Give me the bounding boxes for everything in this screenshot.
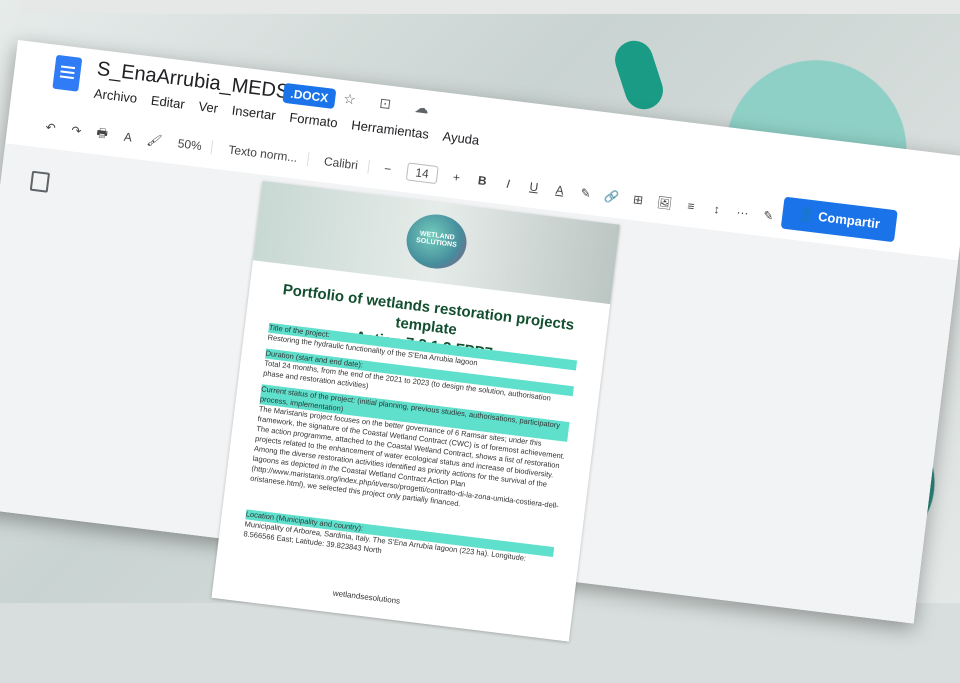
underline-button[interactable]: U — [526, 179, 542, 195]
docx-badge: .DOCX — [282, 82, 337, 110]
font-select[interactable]: Calibri — [319, 153, 370, 174]
menu-formato[interactable]: Formato — [289, 110, 339, 131]
paint-format-icon[interactable]: 🖌 — [146, 132, 163, 148]
menu-ayuda[interactable]: Ayuda — [442, 129, 480, 148]
print-icon[interactable]: 🖶 — [94, 123, 110, 146]
editing-mode-icon[interactable]: ✎ — [761, 208, 777, 224]
menu-ver[interactable]: Ver — [198, 99, 219, 116]
menu-herramientas[interactable]: Herramientas — [351, 117, 430, 141]
document-page[interactable]: WETLAND SOLUTIONS Portfolio of wetlands … — [211, 180, 620, 642]
top-band — [20, 0, 960, 14]
align-icon[interactable]: ≡ — [683, 198, 699, 214]
redo-icon[interactable]: ↷ — [69, 123, 85, 139]
menu-insertar[interactable]: Insertar — [231, 103, 277, 123]
title-action-icons[interactable]: ☆ ⊡ ☁ — [342, 90, 439, 119]
bold-button[interactable]: B — [475, 173, 491, 189]
line-spacing-icon[interactable]: ↕ — [709, 202, 725, 218]
decrease-size-button[interactable]: − — [380, 161, 396, 177]
share-label: Compartir — [817, 208, 881, 232]
more-icon[interactable]: ··· — [735, 205, 751, 221]
link-icon[interactable]: 🔗 — [604, 189, 621, 205]
google-docs-icon[interactable] — [52, 54, 83, 92]
increase-size-button[interactable]: + — [449, 170, 465, 186]
footer-text: wetlandsesolutions — [332, 588, 401, 606]
insert-image-icon[interactable]: 🖼 — [656, 195, 673, 211]
font-size-input[interactable]: 14 — [405, 162, 439, 185]
highlight-icon[interactable]: ✎ — [578, 186, 594, 202]
zoom-select[interactable]: 50% — [173, 135, 214, 155]
style-select[interactable]: Texto norm... — [223, 142, 310, 167]
spellcheck-icon[interactable]: A — [120, 129, 136, 145]
outline-icon[interactable] — [29, 170, 51, 193]
teal-brush-stroke — [610, 35, 668, 115]
menu-archivo[interactable]: Archivo — [93, 86, 138, 106]
add-comment-icon[interactable]: ⊞ — [630, 192, 646, 208]
undo-icon[interactable]: ↶ — [43, 120, 59, 136]
italic-button[interactable]: I — [500, 176, 516, 192]
menu-editar[interactable]: Editar — [150, 93, 186, 112]
text-color-button[interactable]: A — [552, 182, 568, 198]
section-location: Location (Municipality and country): Mun… — [243, 509, 555, 577]
person-icon: 👤 — [797, 206, 820, 224]
